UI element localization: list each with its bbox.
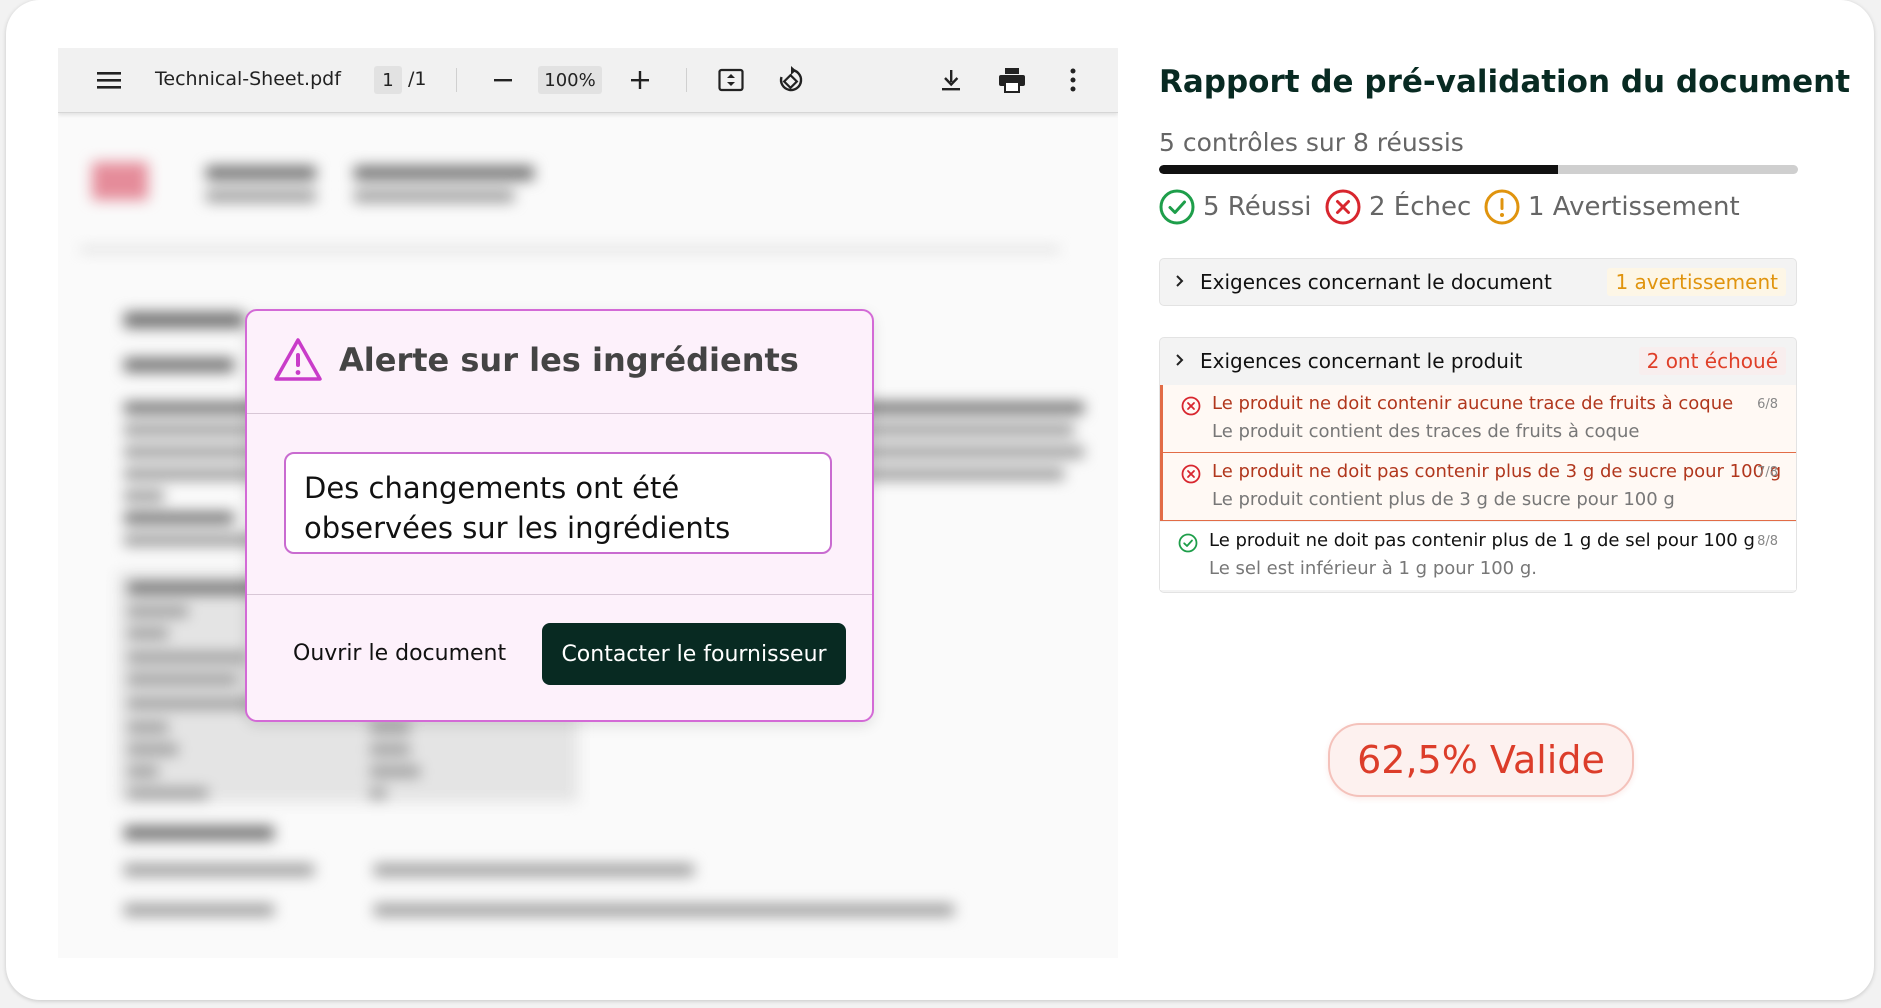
dialog-divider (247, 594, 872, 595)
failure-badge: 2 ont échoué (1638, 347, 1786, 375)
dialog-title: Alerte sur les ingrédients (339, 341, 799, 379)
ingredient-alert-dialog: Alerte sur les ingrédients Des changemen… (245, 309, 874, 722)
document-logo (92, 162, 148, 200)
report-title: Rapport de pré-validation du document (1159, 64, 1851, 100)
section-label: Exigences concernant le document (1200, 270, 1552, 294)
toolbar-divider (686, 68, 687, 92)
warning-icon (274, 338, 322, 381)
check-number: 6/8 (1757, 397, 1778, 412)
document-text (124, 512, 234, 524)
download-icon[interactable] (936, 65, 966, 95)
alert-circle-icon (1484, 189, 1520, 225)
document-table-text (370, 788, 386, 799)
document-text (374, 864, 694, 876)
document-table-text (128, 698, 258, 709)
document-header-text (206, 166, 316, 180)
check-number: 7/8 (1757, 465, 1778, 480)
document-table-text (370, 722, 410, 733)
document-table-text (128, 766, 158, 777)
report-summary: 5 contrôles sur 8 réussis (1159, 128, 1464, 157)
stat-fail-label: 2 Échec (1369, 192, 1472, 222)
stat-pass: 5 Réussi (1159, 187, 1312, 227)
document-header-text (354, 166, 534, 180)
error-circle-icon (1181, 464, 1201, 484)
section-label: Exigences concernant le produit (1200, 349, 1523, 373)
rotate-icon[interactable] (776, 65, 806, 95)
check-title: Le produit ne doit contenir aucune trace… (1212, 393, 1734, 414)
stat-warn: 1 Avertissement (1484, 187, 1740, 227)
document-table-text (128, 722, 168, 733)
pdf-toolbar: Technical-Sheet.pdf 1 /1 100% (58, 48, 1118, 113)
document-heading (124, 312, 244, 328)
app-frame: Technical-Sheet.pdf 1 /1 100% Alerte sur… (6, 0, 1874, 1000)
dialog-message-line: observées sur les ingrédients (304, 511, 731, 545)
zoom-out-icon[interactable] (488, 65, 518, 95)
document-text (374, 904, 954, 916)
check-circle-icon (1159, 189, 1195, 225)
document-text (124, 904, 274, 916)
check-title: Le produit ne doit pas contenir plus de … (1209, 530, 1755, 551)
progress-fill (1159, 165, 1559, 174)
chevron-right-icon (1174, 272, 1192, 293)
pdf-filename: Technical-Sheet.pdf (155, 68, 341, 90)
chevron-right-icon (1174, 351, 1192, 372)
document-divider (80, 248, 1060, 251)
document-table-text (128, 652, 248, 663)
check-detail: Le produit contient des traces de fruits… (1212, 421, 1640, 442)
fit-page-icon[interactable] (716, 65, 746, 95)
section-document-requirements: Exigences concernant le document 1 avert… (1159, 258, 1797, 306)
check-circle-icon (1178, 533, 1198, 553)
document-heading (124, 826, 274, 840)
document-table-text (370, 744, 410, 755)
document-table-text (128, 628, 168, 639)
open-document-button[interactable]: Ouvrir le document (293, 641, 506, 666)
page-number-input[interactable]: 1 (374, 66, 402, 94)
document-text (124, 864, 314, 876)
warning-badge: 1 avertissement (1607, 268, 1786, 296)
document-table-text (128, 674, 238, 685)
dialog-message: Des changements ont été observées sur le… (284, 452, 832, 554)
check-item[interactable]: Le produit ne doit contenir aucune trace… (1160, 385, 1796, 453)
toolbar-divider (456, 68, 457, 92)
stat-pass-label: 5 Réussi (1203, 192, 1312, 222)
stat-fail: 2 Échec (1325, 187, 1471, 227)
document-table-text (128, 744, 178, 755)
document-table-text (128, 788, 208, 799)
menu-icon[interactable] (94, 65, 124, 95)
stat-warn-label: 1 Avertissement (1528, 192, 1740, 222)
validation-progress-bar (1159, 165, 1798, 174)
error-circle-icon (1325, 189, 1361, 225)
document-text (124, 490, 164, 502)
check-item[interactable]: Le produit ne doit pas contenir plus de … (1160, 453, 1796, 521)
print-icon[interactable] (997, 65, 1027, 95)
document-text (124, 358, 234, 372)
error-circle-icon (1181, 396, 1201, 416)
contact-supplier-button[interactable]: Contacter le fournisseur (542, 623, 846, 685)
validity-score-badge: 62,5% Valide (1328, 723, 1634, 797)
page-total: /1 (408, 68, 427, 90)
check-number: 8/8 (1757, 534, 1778, 549)
section-product-requirements: Exigences concernant le produit 2 ont éc… (1159, 337, 1797, 593)
document-table-text (128, 606, 188, 617)
more-vert-icon[interactable] (1058, 65, 1088, 95)
zoom-in-icon[interactable] (625, 65, 655, 95)
dialog-message-line: Des changements ont été (304, 471, 680, 505)
check-detail: Le produit contient plus de 3 g de sucre… (1212, 489, 1675, 510)
document-header-text (206, 190, 316, 202)
check-title: Le produit ne doit pas contenir plus de … (1212, 461, 1782, 482)
document-table-text (370, 766, 420, 777)
zoom-level[interactable]: 100% (538, 66, 602, 94)
check-item[interactable]: Le produit ne doit pas contenir plus de … (1160, 522, 1796, 590)
dialog-header: Alerte sur les ingrédients (247, 311, 872, 414)
document-header-text (354, 190, 514, 202)
check-detail: Le sel est inférieur à 1 g pour 100 g. (1209, 558, 1538, 579)
